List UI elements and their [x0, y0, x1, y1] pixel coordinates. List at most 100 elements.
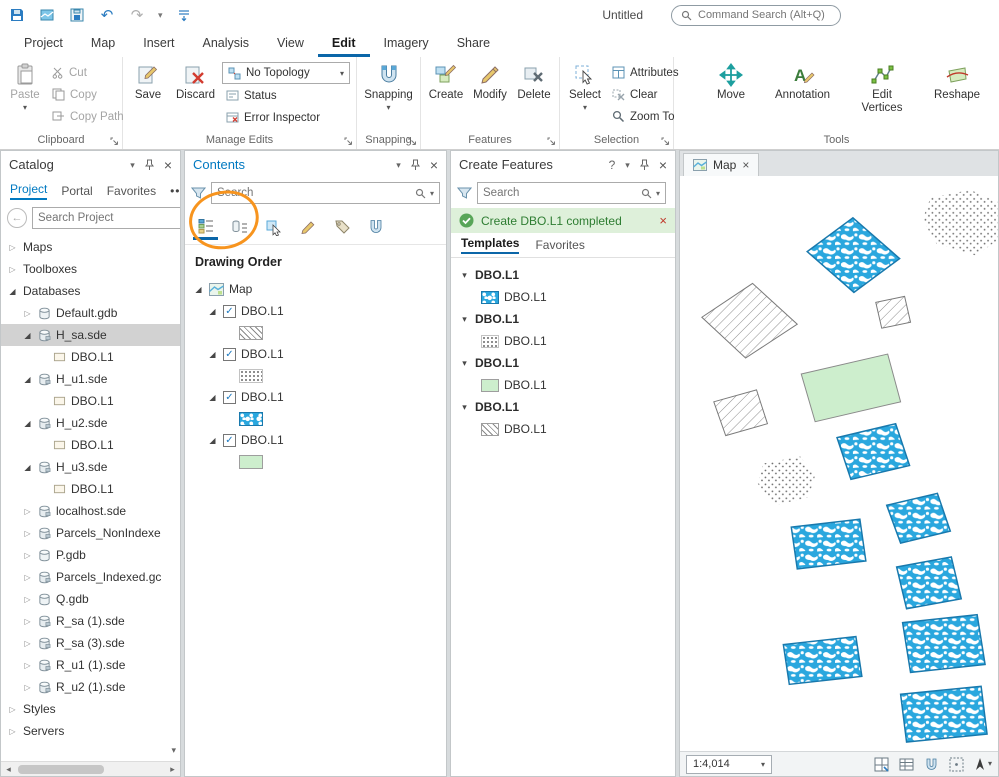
- attributes-button[interactable]: Attributes: [608, 62, 683, 83]
- catalog-tree-item[interactable]: ◢ H_u3.sde: [1, 456, 180, 478]
- tab-project[interactable]: Project: [10, 30, 77, 57]
- map-feature-camo[interactable]: [782, 635, 863, 686]
- catalog-tree-item[interactable]: DBO.L1: [1, 434, 180, 456]
- map-icon[interactable]: [38, 6, 56, 24]
- contents-layer-item[interactable]: ◢ ✓ DBO.L1: [185, 386, 446, 408]
- tree-expander-icon[interactable]: ▾: [459, 314, 470, 325]
- layer-visibility-checkbox[interactable]: ✓: [223, 390, 236, 404]
- undo-history-dropdown-icon[interactable]: ▾: [158, 10, 163, 21]
- filter-icon[interactable]: [190, 186, 207, 200]
- tree-expander-icon[interactable]: ◢: [207, 436, 218, 445]
- snapping-toggle-icon[interactable]: [924, 757, 939, 772]
- tree-expander-icon[interactable]: ◢: [207, 350, 218, 359]
- map-feature-camo[interactable]: [901, 613, 986, 674]
- dismiss-notification-icon[interactable]: ×: [659, 213, 667, 228]
- tree-expander-icon[interactable]: ▷: [22, 529, 33, 538]
- tree-expander-icon[interactable]: ◢: [22, 375, 33, 384]
- symbol-swatch-green[interactable]: [239, 454, 263, 469]
- snapping-button[interactable]: Snapping ▾: [361, 61, 416, 112]
- help-icon[interactable]: ?: [609, 159, 616, 171]
- contents-search-box[interactable]: ▾: [211, 182, 440, 204]
- map-feature-green[interactable]: [800, 353, 902, 423]
- north-arrow-icon[interactable]: ▾: [974, 757, 992, 771]
- layer-visibility-checkbox[interactable]: ✓: [223, 304, 236, 318]
- catalog-tree-item[interactable]: ▷ Default.gdb: [1, 302, 180, 324]
- catalog-tree-item[interactable]: ▷ Styles: [1, 698, 180, 720]
- list-by-data-source-icon[interactable]: [227, 214, 252, 240]
- customize-quick-access-icon[interactable]: [175, 6, 193, 24]
- symbol-swatch-hatch[interactable]: [239, 325, 263, 340]
- tree-expander-icon[interactable]: ▾: [459, 402, 470, 413]
- catalog-tree-item[interactable]: ◢ H_sa.sde: [1, 324, 180, 346]
- catalog-tree-item[interactable]: ▷ R_sa (1).sde: [1, 610, 180, 632]
- tree-expander-icon[interactable]: ◢: [22, 463, 33, 472]
- scroll-down-chevron-icon[interactable]: ▾: [171, 745, 176, 756]
- contents-map-item[interactable]: ◢ Map: [185, 278, 446, 300]
- catalog-tree-item[interactable]: ▷ Maps: [1, 236, 180, 258]
- catalog-tree-item[interactable]: ▷ Q.gdb: [1, 588, 180, 610]
- select-button[interactable]: Select ▾: [564, 61, 606, 112]
- paste-button[interactable]: Paste ▾: [4, 61, 46, 112]
- save-edits-button[interactable]: Save: [127, 61, 169, 102]
- map-feature-hatch[interactable]: [701, 282, 799, 359]
- pin-icon[interactable]: [410, 159, 420, 171]
- scrollbar-track[interactable]: [16, 762, 165, 776]
- snapping-dropdown-icon[interactable]: ▾: [386, 104, 390, 112]
- manage-edits-dialog-launcher-icon[interactable]: [344, 137, 353, 146]
- scale-dropdown-icon[interactable]: ▾: [761, 760, 765, 769]
- table-grid-icon[interactable]: [899, 757, 914, 772]
- topology-dropdown-icon[interactable]: ▾: [340, 69, 344, 78]
- map-feature-camo[interactable]: [885, 492, 952, 544]
- tree-expander-icon[interactable]: ▷: [7, 243, 18, 252]
- map-feature-camo[interactable]: [790, 518, 867, 570]
- map-feature-hatch[interactable]: [713, 389, 769, 437]
- tree-expander-icon[interactable]: ▷: [22, 617, 33, 626]
- catalog-tree-item[interactable]: ▷ Toolboxes: [1, 258, 180, 280]
- cut-button[interactable]: Cut: [48, 62, 128, 83]
- pin-icon[interactable]: [144, 159, 154, 171]
- catalog-tree-item[interactable]: ▷ Servers: [1, 720, 180, 742]
- scrollbar-thumb[interactable]: [18, 765, 105, 774]
- map-feature-camo[interactable]: [895, 556, 963, 610]
- tree-expander-icon[interactable]: ◢: [22, 331, 33, 340]
- tree-expander-icon[interactable]: ▷: [22, 683, 33, 692]
- create-button[interactable]: Create: [425, 61, 467, 102]
- more-tabs-icon[interactable]: •••: [170, 184, 180, 198]
- catalog-tree-item[interactable]: ▷ localhost.sde: [1, 500, 180, 522]
- tab-imagery[interactable]: Imagery: [370, 30, 443, 57]
- copy-path-button[interactable]: Copy Path: [48, 106, 128, 127]
- annotation-tool-button[interactable]: A Annotation: [770, 61, 835, 102]
- catalog-horizontal-scrollbar[interactable]: ◂ ▸: [1, 761, 180, 776]
- list-by-selection-icon[interactable]: [261, 214, 286, 240]
- discard-edits-button[interactable]: Discard: [171, 61, 220, 102]
- map-feature-dots[interactable]: [757, 456, 816, 506]
- tree-expander-icon[interactable]: ◢: [22, 419, 33, 428]
- filter-icon[interactable]: [456, 186, 473, 200]
- tree-expander-icon[interactable]: ▷: [22, 507, 33, 516]
- scroll-left-icon[interactable]: ◂: [1, 764, 16, 775]
- tree-expander-icon[interactable]: ◢: [7, 287, 18, 296]
- clipboard-dialog-launcher-icon[interactable]: [110, 137, 119, 146]
- catalog-tree-item[interactable]: ◢ Databases: [1, 280, 180, 302]
- scale-combobox[interactable]: 1:4,014 ▾: [686, 754, 772, 774]
- template-item[interactable]: DBO.L1: [451, 374, 675, 396]
- grid-overlay-icon[interactable]: [949, 757, 964, 772]
- catalog-tab-portal[interactable]: Portal: [61, 184, 92, 198]
- reshape-tool-button[interactable]: Reshape: [929, 61, 985, 102]
- catalog-tree-item[interactable]: ◢ H_u1.sde: [1, 368, 180, 390]
- tab-insert[interactable]: Insert: [129, 30, 188, 57]
- catalog-tree-item[interactable]: ▷ Parcels_NonIndexe: [1, 522, 180, 544]
- tree-expander-icon[interactable]: ▷: [7, 705, 18, 714]
- layer-visibility-checkbox[interactable]: ✓: [223, 433, 236, 447]
- create-features-search-input[interactable]: [483, 187, 637, 199]
- layer-visibility-checkbox[interactable]: ✓: [223, 347, 236, 361]
- map-feature-camo[interactable]: [836, 422, 911, 481]
- contents-layer-item[interactable]: ◢ ✓ DBO.L1: [185, 343, 446, 365]
- catalog-tree-item[interactable]: ▷ Parcels_Indexed.gc: [1, 566, 180, 588]
- tree-expander-icon[interactable]: ▷: [22, 595, 33, 604]
- contents-layer-item[interactable]: ◢ ✓ DBO.L1: [185, 429, 446, 451]
- pin-icon[interactable]: [639, 159, 649, 171]
- status-button[interactable]: Status: [222, 85, 350, 106]
- catalog-tree-item[interactable]: ◢ H_u2.sde: [1, 412, 180, 434]
- catalog-search-box[interactable]: ▾: [32, 207, 180, 229]
